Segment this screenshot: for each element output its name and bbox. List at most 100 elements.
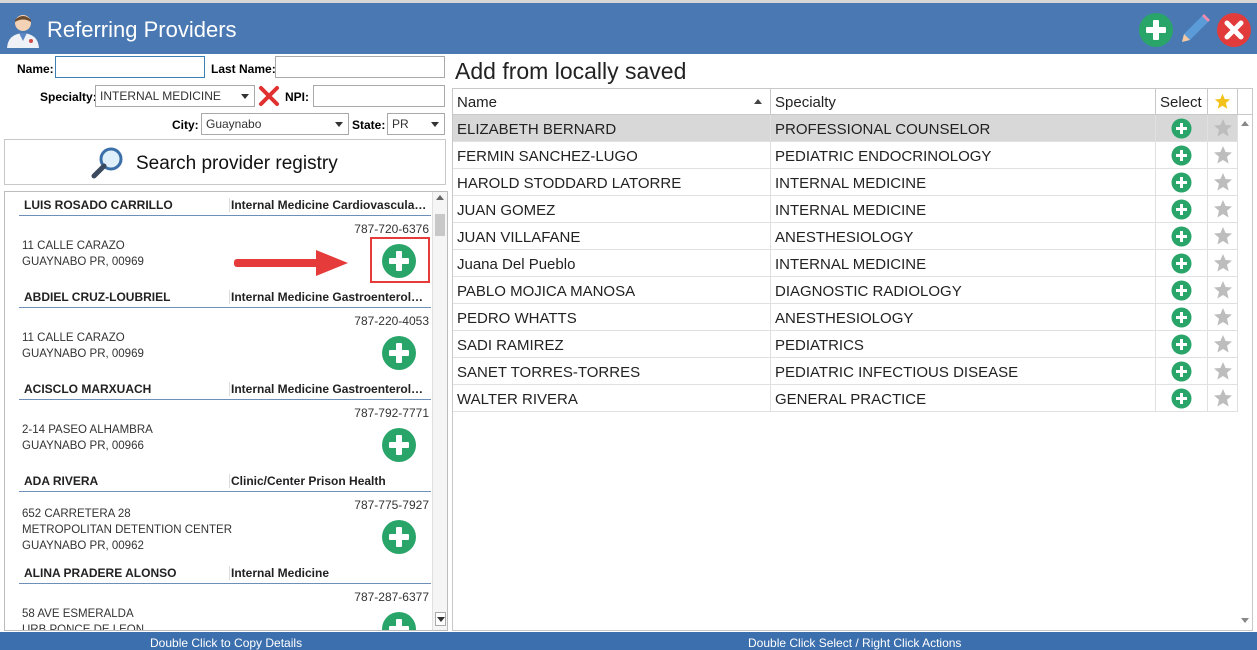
provider-name: ALINA PRADERE ALONSO (24, 566, 177, 580)
provider-specialty: Internal Medicine Cardiovascular Disease (229, 198, 429, 212)
favorite-star-icon[interactable] (1213, 145, 1233, 165)
row-select-cell (1156, 385, 1208, 412)
row-name: Juana Del Pueblo (453, 250, 771, 277)
state-dropdown[interactable]: PR (387, 113, 445, 135)
select-plus-icon[interactable] (1171, 307, 1192, 328)
grid-row[interactable]: PEDRO WHATTS ANESTHESIOLOGY (453, 304, 1238, 331)
chevron-down-icon (335, 122, 343, 127)
provider-card-header: ACISCLO MARXUACH Internal Medicine Gastr… (19, 376, 431, 400)
favorite-star-icon[interactable] (1213, 361, 1233, 381)
address-line: GUAYNABO PR, 00969 (22, 348, 144, 360)
specialty-dropdown[interactable]: INTERNAL MEDICINE (95, 85, 255, 107)
search-results-list[interactable]: LUIS ROSADO CARRILLO Internal Medicine C… (4, 191, 448, 631)
select-plus-icon[interactable] (1171, 334, 1192, 355)
grid-row[interactable]: ELIZABETH BERNARD PROFESSIONAL COUNSELOR (453, 115, 1238, 142)
provider-card[interactable]: ABDIEL CRUZ-LOUBRIEL Internal Medicine G… (19, 284, 431, 376)
select-plus-icon[interactable] (1171, 145, 1192, 166)
provider-specialty: Clinic/Center Prison Health (229, 474, 429, 488)
row-favorite-cell (1208, 277, 1238, 304)
title-bar: Referring Providers (0, 0, 1257, 54)
grid-row[interactable]: SANET TORRES-TORRES PEDIATRIC INFECTIOUS … (453, 358, 1238, 385)
edit-pencil-button[interactable] (1176, 12, 1212, 48)
row-name: PABLO MOJICA MANOSA (453, 277, 771, 304)
select-plus-icon[interactable] (1171, 361, 1192, 382)
select-plus-icon[interactable] (1171, 118, 1192, 139)
address-line: 11 CALLE CARAZO (22, 332, 125, 344)
row-specialty: INTERNAL MEDICINE (771, 169, 1156, 196)
provider-address: 11 CALLE CARAZO GUAYNABO PR, 00969 (22, 330, 144, 362)
provider-card[interactable]: ACISCLO MARXUACH Internal Medicine Gastr… (19, 376, 431, 468)
favorite-star-icon[interactable] (1213, 118, 1233, 138)
row-specialty: PEDIATRICS (771, 331, 1156, 358)
row-select-cell (1156, 196, 1208, 223)
row-favorite-cell (1208, 304, 1238, 331)
scroll-up-icon[interactable] (436, 195, 444, 200)
grid-row[interactable]: JUAN VILLAFANE ANESTHESIOLOGY (453, 223, 1238, 250)
provider-card[interactable]: ALINA PRADERE ALONSO Internal Medicine 7… (19, 560, 431, 631)
grid-row[interactable]: JUAN GOMEZ INTERNAL MEDICINE (453, 196, 1238, 223)
favorite-star-icon[interactable] (1213, 334, 1233, 354)
add-provider-button[interactable] (1138, 12, 1174, 48)
row-select-cell (1156, 142, 1208, 169)
status-hint-left: Double Click to Copy Details (150, 636, 303, 650)
search-registry-button[interactable]: Search provider registry (4, 139, 446, 185)
provider-card[interactable]: ADA RIVERA Clinic/Center Prison Health 7… (19, 468, 431, 560)
column-header-favorite[interactable] (1208, 89, 1238, 115)
column-header-specialty[interactable]: Specialty (771, 89, 1156, 115)
grid-header: Name Specialty Select (453, 89, 1252, 115)
clear-specialty-icon[interactable] (258, 85, 280, 107)
window-title: Referring Providers (47, 17, 237, 42)
select-plus-icon[interactable] (1171, 253, 1192, 274)
last-name-input[interactable] (275, 56, 445, 78)
select-plus-icon[interactable] (1171, 199, 1192, 220)
grid-row[interactable]: FERMIN SANCHEZ-LUGO PEDIATRIC ENDOCRINOLO… (453, 142, 1238, 169)
grid-row[interactable]: PABLO MOJICA MANOSA DIAGNOSTIC RADIOLOGY (453, 277, 1238, 304)
favorite-star-icon[interactable] (1213, 307, 1233, 327)
select-plus-icon[interactable] (1171, 388, 1192, 409)
scroll-down-button[interactable] (435, 612, 446, 626)
add-provider-icon[interactable] (381, 519, 417, 555)
provider-card[interactable]: LUIS ROSADO CARRILLO Internal Medicine C… (19, 192, 431, 284)
row-specialty: PEDIATRIC INFECTIOUS DISEASE (771, 358, 1156, 385)
add-provider-icon[interactable] (381, 611, 417, 631)
scroll-up-icon[interactable] (1241, 121, 1249, 126)
annotation-arrow-icon (234, 250, 348, 276)
results-scrollbar[interactable] (432, 192, 447, 630)
close-window-button[interactable] (1216, 12, 1252, 48)
city-dropdown[interactable]: Guaynabo (201, 113, 349, 135)
add-provider-icon[interactable] (381, 243, 417, 279)
grid-row[interactable]: HAROLD STODDARD LATORRE INTERNAL MEDICINE (453, 169, 1238, 196)
favorite-star-icon[interactable] (1213, 253, 1233, 273)
select-plus-icon[interactable] (1171, 226, 1192, 247)
column-header-select[interactable]: Select (1156, 89, 1208, 115)
city-label: City: (172, 118, 199, 132)
scroll-down-icon[interactable] (1241, 618, 1249, 623)
provider-card-header: ALINA PRADERE ALONSO Internal Medicine (19, 560, 431, 584)
name-input[interactable] (55, 56, 205, 78)
address-line: GUAYNABO PR, 00969 (22, 256, 144, 268)
select-plus-icon[interactable] (1171, 172, 1192, 193)
scrollbar-thumb[interactable] (435, 214, 445, 236)
saved-providers-title: Add from locally saved (455, 58, 687, 84)
state-value: PR (392, 117, 409, 131)
grid-row[interactable]: WALTER RIVERA GENERAL PRACTICE (453, 385, 1238, 412)
select-plus-icon[interactable] (1171, 280, 1192, 301)
provider-search-form: Name: Last Name: Specialty: INTERNAL MED… (0, 54, 450, 135)
row-select-cell (1156, 250, 1208, 277)
grid-row[interactable]: Juana Del Pueblo INTERNAL MEDICINE (453, 250, 1238, 277)
favorite-star-icon[interactable] (1213, 172, 1233, 192)
favorite-star-icon[interactable] (1213, 226, 1233, 246)
favorite-star-icon[interactable] (1213, 199, 1233, 219)
favorite-star-icon[interactable] (1213, 388, 1233, 408)
add-provider-icon[interactable] (381, 335, 417, 371)
favorite-star-icon[interactable] (1213, 280, 1233, 300)
row-specialty: PROFESSIONAL COUNSELOR (771, 115, 1156, 142)
row-favorite-cell (1208, 115, 1238, 142)
npi-input[interactable] (313, 85, 445, 107)
state-label: State: (352, 118, 386, 132)
add-provider-icon[interactable] (381, 427, 417, 463)
column-header-name[interactable]: Name (453, 89, 771, 115)
row-select-cell (1156, 331, 1208, 358)
grid-scrollbar[interactable] (1238, 116, 1252, 630)
grid-row[interactable]: SADI RAMIREZ PEDIATRICS (453, 331, 1238, 358)
